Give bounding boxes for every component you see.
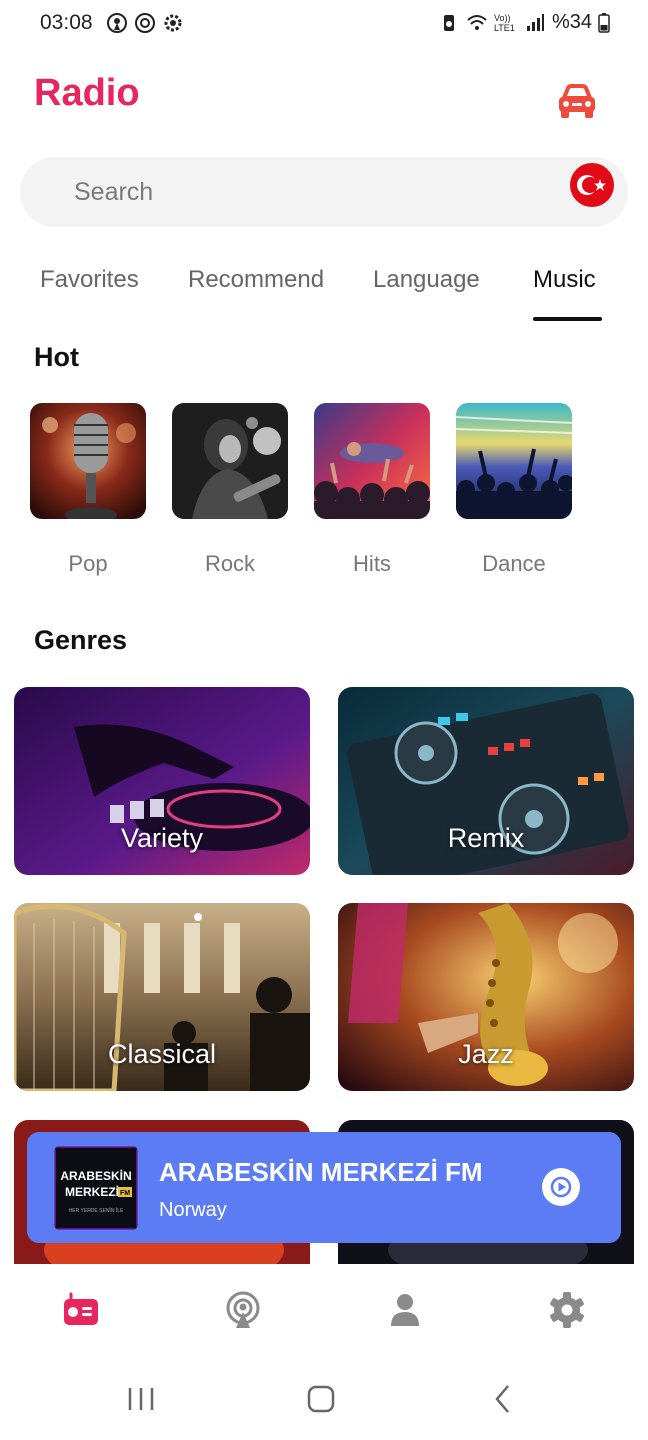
status-bar: 03:08 Vo)) LTE1 %34 bbox=[0, 0, 648, 48]
nav-radio[interactable] bbox=[61, 1290, 101, 1330]
play-icon bbox=[542, 1168, 580, 1206]
logo-badge: FM bbox=[120, 1190, 130, 1197]
search-bar bbox=[20, 157, 628, 227]
country-selector-button[interactable] bbox=[568, 157, 616, 215]
hot-item-rock[interactable]: Rock bbox=[172, 403, 288, 576]
car-icon bbox=[559, 84, 595, 118]
recents-icon bbox=[128, 1388, 154, 1410]
turkey-flag-icon bbox=[570, 163, 614, 207]
tab-music[interactable]: Music bbox=[533, 266, 596, 294]
category-tabs: Favorites Recommend Language Music bbox=[0, 262, 648, 324]
station-name: ARABESKİN MERKEZİ FM bbox=[159, 1157, 483, 1187]
recents-button[interactable] bbox=[124, 1382, 158, 1416]
system-navigation-bar bbox=[0, 1364, 648, 1440]
nav-profile[interactable] bbox=[385, 1290, 425, 1330]
genre-card-variety[interactable]: Variety bbox=[14, 687, 310, 875]
app-title: Radio bbox=[34, 72, 140, 114]
hits-thumbnail bbox=[314, 403, 430, 519]
hot-item-label: Rock bbox=[204, 551, 256, 576]
play-button[interactable] bbox=[542, 1168, 580, 1206]
battery-icon bbox=[598, 12, 610, 33]
genre-card-jazz[interactable]: Jazz bbox=[338, 903, 634, 1091]
nav-settings[interactable] bbox=[547, 1290, 587, 1330]
genre-label: Classical bbox=[107, 1039, 217, 1069]
now-playing-bar[interactable]: ARABESKİN MERKEZİ FM HER YERDE SENİN İLE… bbox=[27, 1132, 621, 1243]
bottom-navigation bbox=[0, 1264, 648, 1364]
hotspot-icon bbox=[107, 13, 127, 33]
home-button[interactable] bbox=[304, 1382, 338, 1416]
hot-item-label: Hits bbox=[353, 551, 391, 576]
radio-icon bbox=[64, 1292, 98, 1325]
status-notification-icons bbox=[106, 12, 184, 34]
profile-icon bbox=[391, 1294, 419, 1326]
podcast-icon bbox=[226, 1291, 260, 1328]
gear-status-icon bbox=[164, 14, 182, 32]
tab-favorites[interactable]: Favorites bbox=[40, 266, 139, 294]
battery-saver-icon bbox=[443, 14, 454, 31]
pop-thumbnail bbox=[30, 403, 146, 519]
home-icon bbox=[307, 1385, 335, 1413]
tab-language[interactable]: Language bbox=[373, 266, 480, 294]
search-input[interactable] bbox=[74, 157, 554, 227]
station-country: Norway bbox=[159, 1199, 227, 1221]
signal-icon bbox=[526, 13, 544, 31]
rock-thumbnail bbox=[172, 403, 288, 519]
genre-label: Variety bbox=[120, 823, 204, 853]
hot-item-pop[interactable]: Pop bbox=[30, 403, 146, 576]
dance-thumbnail bbox=[456, 403, 572, 519]
network-label: Vo)) LTE1 bbox=[493, 12, 515, 33]
genre-card-remix[interactable]: Remix bbox=[338, 687, 634, 875]
battery-percent: %34 bbox=[551, 11, 592, 33]
genre-label: Remix bbox=[447, 823, 525, 853]
status-system-icons: Vo)) LTE1 %34 bbox=[438, 11, 610, 34]
logo-tagline: HER YERDE SENİN İLE bbox=[69, 1207, 124, 1214]
back-button[interactable] bbox=[486, 1382, 520, 1416]
settings-icon bbox=[550, 1292, 584, 1328]
hot-item-label: Pop bbox=[68, 551, 108, 576]
hot-item-dance[interactable]: Dance bbox=[456, 403, 572, 576]
station-logo: ARABESKİN MERKEZİ FM HER YERDE SENİN İLE bbox=[54, 1146, 138, 1230]
tab-recommend[interactable]: Recommend bbox=[188, 266, 324, 294]
wifi-icon bbox=[467, 14, 487, 30]
hot-item-hits[interactable]: Hits bbox=[314, 403, 430, 576]
status-time: 03:08 bbox=[40, 11, 93, 34]
genre-card-classical[interactable]: Classical bbox=[14, 903, 310, 1091]
sync-icon bbox=[135, 13, 155, 33]
logo-text-1: ARABESKİN bbox=[60, 1168, 131, 1183]
hot-section-title: Hot bbox=[34, 342, 79, 372]
logo-text-2: MERKEZİ bbox=[65, 1184, 119, 1199]
genres-section-title: Genres bbox=[34, 625, 128, 655]
hot-item-label: Dance bbox=[482, 551, 546, 576]
active-tab-indicator bbox=[533, 317, 602, 321]
back-icon bbox=[495, 1385, 509, 1413]
genre-label: Jazz bbox=[458, 1039, 514, 1069]
car-mode-button[interactable] bbox=[554, 78, 600, 124]
nav-podcast[interactable] bbox=[223, 1290, 263, 1330]
